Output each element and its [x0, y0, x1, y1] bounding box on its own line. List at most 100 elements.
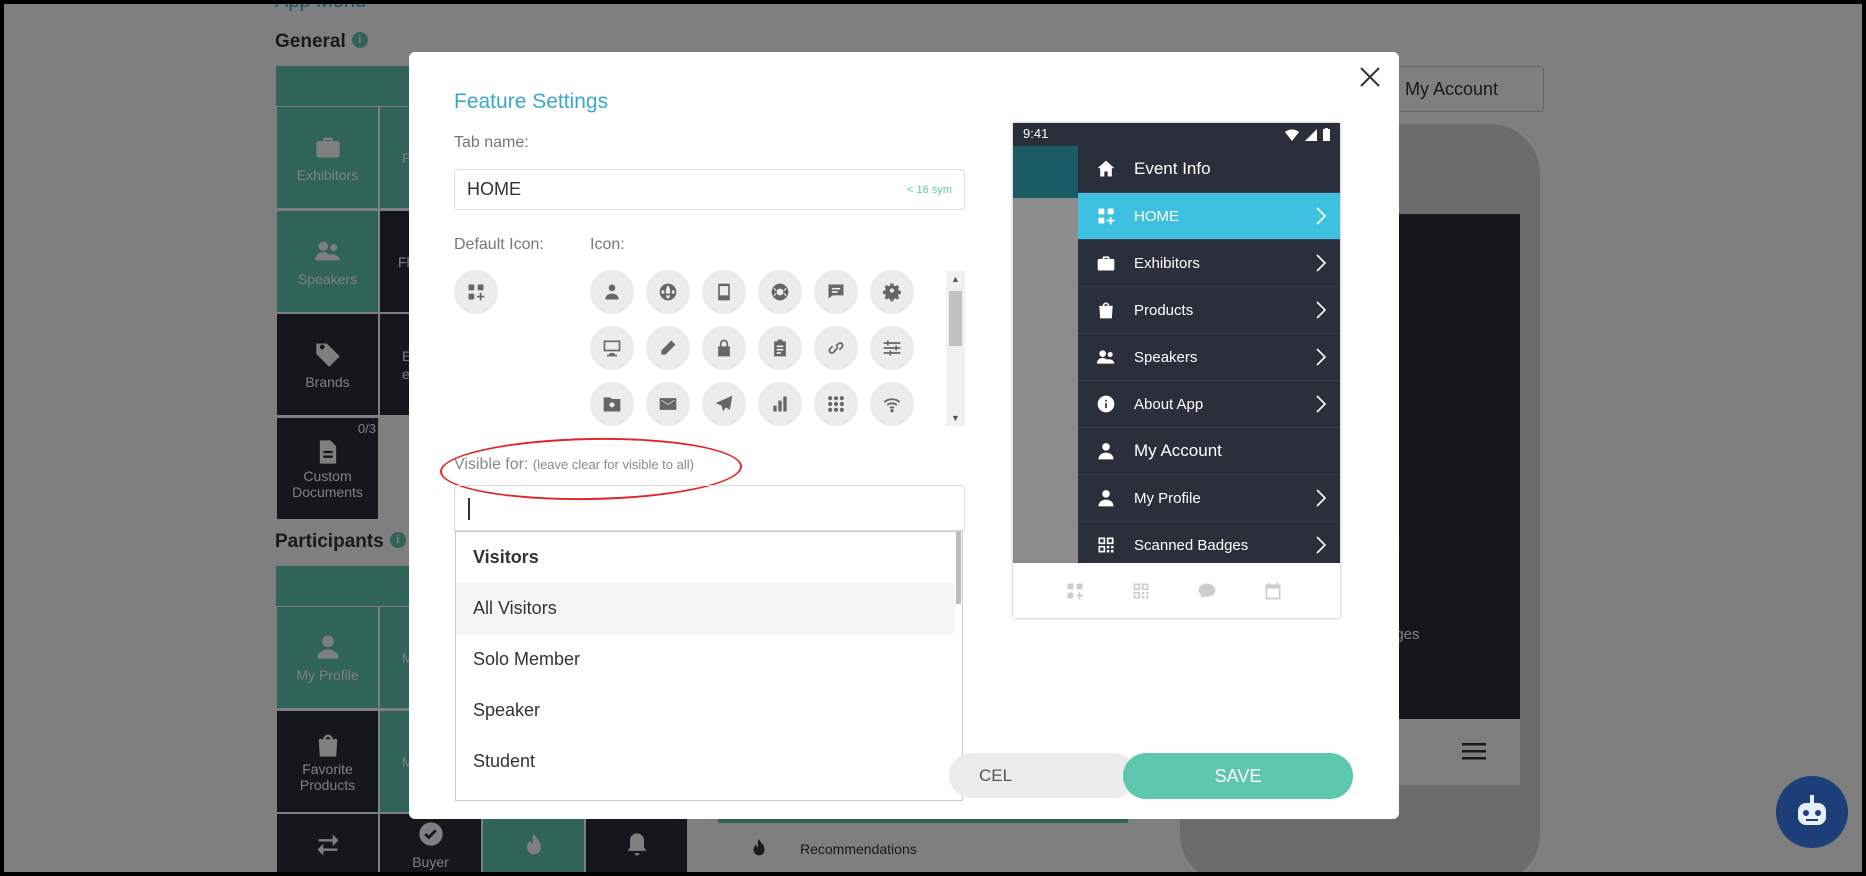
clipboard-icon — [774, 339, 786, 357]
chevron-right-icon — [1316, 301, 1327, 319]
menu-item-exhibitors[interactable]: Exhibitors — [1078, 240, 1340, 287]
dropdown-scrollbar-thumb[interactable] — [956, 532, 961, 604]
dropdown-group-visitors: Visitors — [473, 547, 539, 567]
gear-icon — [882, 283, 901, 302]
icon-option[interactable] — [814, 270, 858, 314]
tab-name-label: Tab name: — [454, 134, 529, 151]
icon-option[interactable] — [702, 382, 746, 426]
menu-item-my-account[interactable]: My Account — [1078, 428, 1340, 475]
status-bar: 9:41 — [1013, 123, 1340, 146]
close-button[interactable] — [1355, 62, 1385, 92]
chevron-right-icon — [1316, 536, 1327, 554]
person-badge-icon — [605, 284, 619, 300]
grid-plus-icon[interactable] — [1065, 581, 1085, 601]
scrollbar-thumb[interactable] — [949, 291, 962, 346]
icon-option[interactable] — [702, 270, 746, 314]
menu-item-about-app[interactable]: About App — [1078, 381, 1340, 428]
icon-option[interactable] — [814, 326, 858, 370]
envelope-icon — [659, 398, 677, 410]
chevron-right-icon — [1316, 207, 1327, 225]
icon-option[interactable] — [814, 382, 858, 426]
scroll-down-arrow-icon[interactable]: ▼ — [951, 413, 960, 423]
user-icon — [1098, 490, 1114, 507]
icon-option[interactable] — [646, 382, 690, 426]
menu-item-my-profile[interactable]: My Profile — [1078, 475, 1340, 522]
monitor-icon — [603, 340, 621, 357]
save-button[interactable]: SAVE — [1123, 753, 1353, 799]
feature-settings-modal: Feature Settings Tab name: HOME < 16 sym… — [409, 52, 1399, 819]
icon-option[interactable] — [646, 270, 690, 314]
dropdown-option-student[interactable]: Student — [456, 736, 962, 787]
tab-name-input[interactable]: HOME < 16 sym — [454, 169, 965, 210]
icon-option[interactable] — [870, 270, 914, 314]
chatbot-button[interactable] — [1776, 776, 1848, 848]
chevron-right-icon — [1316, 489, 1327, 507]
visible-for-input[interactable] — [454, 485, 965, 531]
grid-plus-icon — [1098, 208, 1115, 225]
wifi-icon — [883, 398, 901, 413]
chat-bubble-icon[interactable] — [1197, 581, 1217, 601]
scroll-up-arrow-icon[interactable]: ▲ — [951, 274, 960, 284]
icon-option[interactable] — [590, 326, 634, 370]
chevron-right-icon — [1316, 395, 1327, 413]
icon-option[interactable] — [590, 382, 634, 426]
menu-item-label: My Account — [1134, 441, 1222, 460]
icon-option[interactable] — [702, 326, 746, 370]
visible-for-dropdown: Visitors All Visitors Solo Member Speake… — [455, 531, 963, 801]
menu-item-products[interactable]: Products — [1078, 287, 1340, 334]
home-icon — [1097, 160, 1115, 177]
icon-option[interactable] — [758, 326, 802, 370]
paper-plane-icon — [715, 395, 733, 412]
menu-item-home[interactable]: HOME — [1078, 193, 1340, 240]
chevron-right-icon — [1316, 348, 1327, 366]
icon-option[interactable] — [758, 270, 802, 314]
menu-item-scanned-badges[interactable]: Scanned Badges — [1078, 522, 1340, 563]
icon-grid-scrollbar[interactable]: ▲ ▼ — [946, 271, 965, 426]
briefcase-icon — [1097, 256, 1115, 271]
icon-option[interactable] — [870, 326, 914, 370]
battery-icon — [1323, 128, 1330, 141]
menu-item-label: My Profile — [1134, 489, 1201, 507]
users-icon — [1096, 350, 1115, 364]
cancel-button[interactable]: CEL — [949, 753, 1137, 798]
icon-label: Icon: — [590, 236, 625, 253]
modal-title: Feature Settings — [454, 90, 609, 113]
icon-option[interactable] — [646, 326, 690, 370]
lifebuoy-icon — [771, 283, 789, 301]
tab-name-value: HOME — [467, 179, 521, 199]
menu-item-label: About App — [1134, 395, 1204, 413]
icon-option[interactable] — [758, 382, 802, 426]
status-icons — [1285, 126, 1330, 143]
menu-item-label: Event Info — [1134, 159, 1211, 178]
icon-option[interactable] — [590, 270, 634, 314]
dropdown-option-solo-member[interactable]: Solo Member — [456, 634, 962, 685]
qr-icon[interactable] — [1131, 581, 1151, 601]
menu-item-label: HOME — [1134, 207, 1179, 225]
globe-icon — [659, 283, 677, 301]
menu-item-label: Products — [1134, 301, 1194, 319]
menu-item-label: Speakers — [1134, 348, 1198, 366]
default-icon-label: Default Icon: — [454, 236, 544, 253]
info-icon — [1097, 395, 1115, 413]
preview-content-strip — [1013, 146, 1078, 563]
robot-icon — [1798, 795, 1826, 825]
phone-preview: 9:41 Event Info HOME Exhibitors Products… — [1013, 123, 1340, 618]
qr-icon — [1098, 537, 1114, 553]
tab-name-hint: < 16 sym — [907, 183, 952, 196]
preview-tab-bar — [1013, 563, 1340, 618]
pencil-icon — [661, 340, 676, 355]
default-icon-grid-plus[interactable] — [454, 270, 498, 314]
calendar-icon[interactable] — [1263, 581, 1283, 601]
link-icon — [828, 342, 844, 354]
dropdown-option-all-visitors[interactable]: All Visitors — [456, 583, 962, 634]
menu-item-speakers[interactable]: Speakers — [1078, 334, 1340, 381]
user-icon — [1098, 443, 1114, 460]
close-icon — [1360, 67, 1380, 87]
status-time: 9:41 — [1023, 126, 1049, 141]
menu-item-event-info[interactable]: Event Info — [1078, 146, 1340, 193]
signal-icon — [1305, 128, 1317, 141]
dropdown-option-speaker[interactable]: Speaker — [456, 685, 962, 736]
apps-grid-icon — [828, 396, 844, 412]
icon-option[interactable] — [870, 382, 914, 426]
grid-plus-icon — [468, 284, 485, 301]
